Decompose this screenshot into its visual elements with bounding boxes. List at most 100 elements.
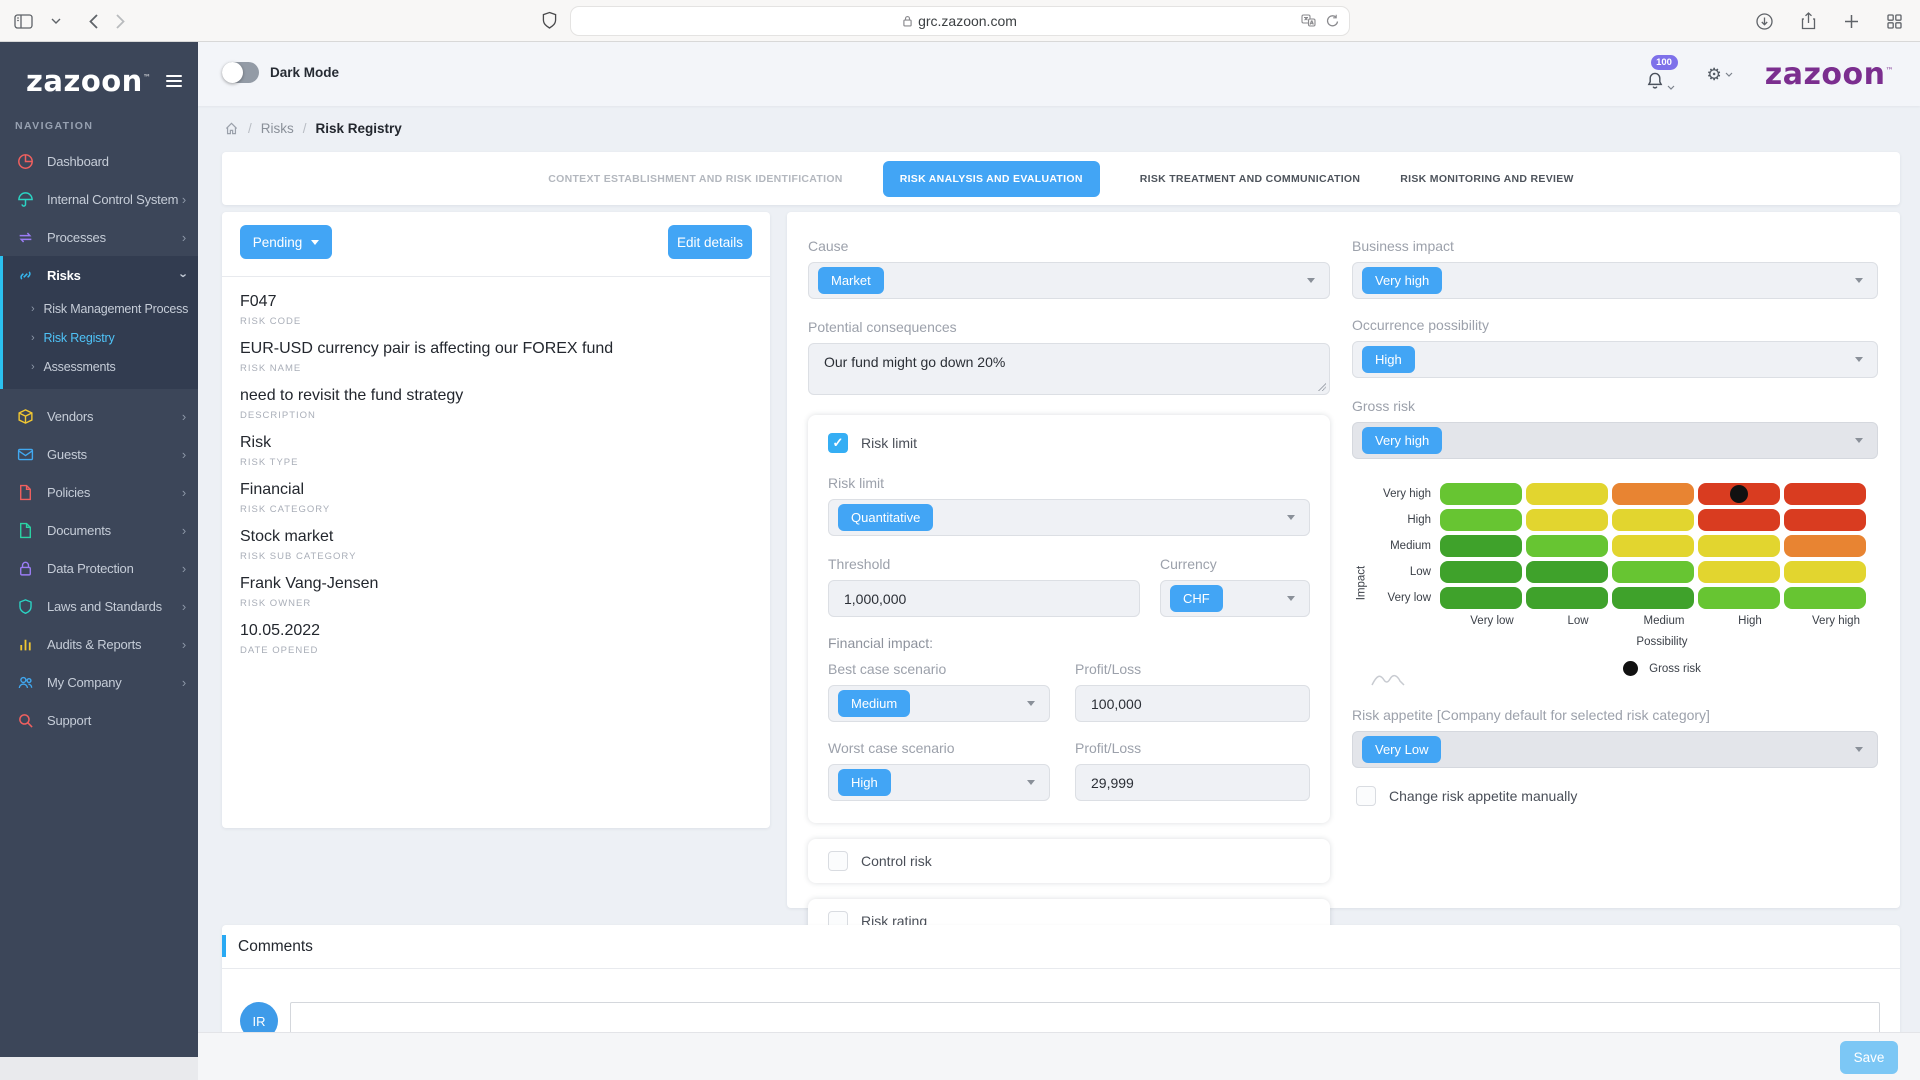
- chevron-down-icon: [1855, 747, 1863, 752]
- address-bar[interactable]: grc.zazoon.com: [570, 6, 1350, 36]
- gear-icon: ⚙: [1707, 66, 1722, 83]
- save-button[interactable]: Save: [1840, 1041, 1898, 1074]
- control-risk-label: Control risk: [861, 853, 932, 869]
- chevron-right-icon: ›: [31, 303, 34, 315]
- control-risk-card: Control risk: [808, 839, 1330, 883]
- home-icon[interactable]: [224, 121, 239, 136]
- risk-limit-checkbox[interactable]: ✓: [828, 433, 848, 453]
- status-dropdown-button[interactable]: Pending: [240, 225, 332, 259]
- privacy-shield-icon[interactable]: [542, 11, 557, 30]
- business-impact-value-chip: Very high: [1362, 267, 1442, 294]
- sidebar-item-processes[interactable]: Processes ›: [0, 218, 198, 256]
- best-case-scenario-select[interactable]: Medium: [828, 685, 1050, 722]
- matrix-cell-very-low-very-low: [1440, 587, 1522, 609]
- sidebar-item-dashboard[interactable]: Dashboard: [0, 142, 198, 180]
- currency-select[interactable]: CHF: [1160, 580, 1310, 617]
- matrix-row-label-medium: Medium: [1370, 540, 1440, 552]
- settings-button[interactable]: ⚙: [1707, 66, 1733, 83]
- sidebar-item-support[interactable]: Support: [0, 701, 198, 739]
- tab-risk-treatment-communication[interactable]: RISK TREATMENT AND COMMUNICATION: [1140, 173, 1361, 185]
- sidebar-item-my-company[interactable]: My Company ›: [0, 663, 198, 701]
- occurrence-possibility-select[interactable]: High: [1352, 341, 1878, 378]
- worst-profit-loss-input[interactable]: 29,999: [1075, 764, 1310, 801]
- navigation-section-label: NAVIGATION: [0, 114, 198, 142]
- sidebar-logo[interactable]: zazoon™: [26, 64, 151, 98]
- share-icon[interactable]: [1801, 12, 1816, 30]
- sidebar-subitem-assessments[interactable]: › Assessments: [3, 352, 198, 381]
- matrix-col-label-medium: Medium: [1621, 615, 1707, 627]
- business-impact-select[interactable]: Very high: [1352, 262, 1878, 299]
- brand-logo[interactable]: zazoon™: [1765, 57, 1894, 92]
- matrix-cell-medium-very-high: [1784, 535, 1866, 557]
- dark-mode-label: Dark Mode: [270, 65, 339, 80]
- sidebar-subitem-risk-management-process[interactable]: › Risk Management Process: [3, 294, 198, 323]
- browser-forward-button[interactable]: [116, 14, 125, 29]
- field-date-opened: 10.05.2022DATE OPENED: [240, 622, 752, 656]
- matrix-cell-medium-medium: [1612, 535, 1694, 557]
- chevron-right-icon: ›: [182, 192, 186, 207]
- breadcrumb-risks[interactable]: Risks: [261, 121, 294, 136]
- browser-back-button[interactable]: [89, 14, 98, 29]
- sidebar-item-guests[interactable]: Guests ›: [0, 435, 198, 473]
- tab-risk-monitoring-review[interactable]: RISK MONITORING AND REVIEW: [1400, 173, 1573, 185]
- matrix-cell-low-very-low: [1440, 561, 1522, 583]
- notifications-button[interactable]: 100: [1646, 59, 1675, 90]
- sidebar-item-policies[interactable]: Policies ›: [0, 473, 198, 511]
- dark-mode-toggle[interactable]: [222, 62, 259, 83]
- new-tab-icon[interactable]: [1844, 14, 1859, 29]
- potential-consequences-textarea[interactable]: Our fund might go down 20%: [808, 343, 1330, 395]
- downloads-icon[interactable]: [1756, 13, 1773, 30]
- reload-icon[interactable]: [1326, 14, 1339, 28]
- matrix-cell-low-low: [1526, 561, 1608, 583]
- envelope-icon: [17, 446, 35, 463]
- worst-case-scenario-select[interactable]: High: [828, 764, 1050, 801]
- chevron-down-icon: [1855, 438, 1863, 443]
- bell-icon: [1646, 71, 1664, 90]
- sidebar: zazoon™ NAVIGATION Dashboard Internal Co…: [0, 42, 198, 1057]
- cause-label: Cause: [808, 238, 1330, 254]
- chevron-right-icon: ›: [182, 675, 186, 690]
- tab-overview-icon[interactable]: [1887, 14, 1902, 29]
- browser-sidebar-chevron-icon[interactable]: [51, 18, 61, 24]
- matrix-cell-very-high-low: [1526, 483, 1608, 505]
- financial-impact-label: Financial impact:: [828, 635, 1310, 651]
- sidebar-subitem-risk-registry[interactable]: › Risk Registry: [3, 323, 198, 352]
- best-profit-loss-input[interactable]: 100,000: [1075, 685, 1310, 722]
- sidebar-item-risks[interactable]: Risks ›: [3, 256, 198, 294]
- matrix-y-axis-label: Impact: [1355, 566, 1367, 601]
- matrix-cell-very-high-high: [1698, 483, 1780, 505]
- tab-context-establishment[interactable]: CONTEXT ESTABLISHMENT AND RISK IDENTIFIC…: [548, 173, 842, 185]
- tab-risk-analysis-evaluation[interactable]: RISK ANALYSIS AND EVALUATION: [883, 161, 1100, 197]
- footer-bar: Save: [198, 1032, 1920, 1080]
- occurrence-possibility-label: Occurrence possibility: [1352, 317, 1878, 333]
- chevron-down-icon: ›: [176, 273, 191, 277]
- menu-collapse-icon[interactable]: [166, 75, 182, 87]
- change-risk-appetite-checkbox[interactable]: [1356, 786, 1376, 806]
- matrix-x-axis-label: Possibility: [1449, 636, 1875, 648]
- cause-select[interactable]: Market: [808, 262, 1330, 299]
- threshold-input[interactable]: 1,000,000: [828, 580, 1140, 617]
- control-risk-checkbox[interactable]: [828, 851, 848, 871]
- chevron-down-icon: [1287, 515, 1295, 520]
- edit-details-button[interactable]: Edit details: [668, 225, 752, 259]
- sidebar-item-vendors[interactable]: Vendors ›: [0, 397, 198, 435]
- risk-limit-select[interactable]: Quantitative: [828, 499, 1310, 536]
- sidebar-item-documents[interactable]: Documents ›: [0, 511, 198, 549]
- matrix-col-label-high: High: [1707, 615, 1793, 627]
- matrix-cell-high-high: [1698, 509, 1780, 531]
- sidebar-item-audits-reports[interactable]: Audits & Reports ›: [0, 625, 198, 663]
- best-case-scenario-label: Best case scenario: [828, 661, 1050, 677]
- matrix-cell-medium-low: [1526, 535, 1608, 557]
- sidebar-item-data-protection[interactable]: Data Protection ›: [0, 549, 198, 587]
- matrix-cell-very-low-high: [1698, 587, 1780, 609]
- sidebar-item-laws-and-standards[interactable]: Laws and Standards ›: [0, 587, 198, 625]
- cause-value-chip: Market: [818, 267, 884, 294]
- field-risk-sub-category: Stock marketRISK SUB CATEGORY: [240, 528, 752, 562]
- file-icon: [17, 522, 35, 539]
- browser-sidebar-toggle-icon[interactable]: [14, 14, 33, 29]
- translate-icon[interactable]: [1301, 14, 1316, 27]
- chevron-right-icon: ›: [182, 637, 186, 652]
- sidebar-item-internal-control-system[interactable]: Internal Control System ›: [0, 180, 198, 218]
- gross-risk-marker: [1730, 485, 1748, 503]
- risk-details-panel: Pending Edit details F047RISK CODE EUR-U…: [222, 212, 770, 828]
